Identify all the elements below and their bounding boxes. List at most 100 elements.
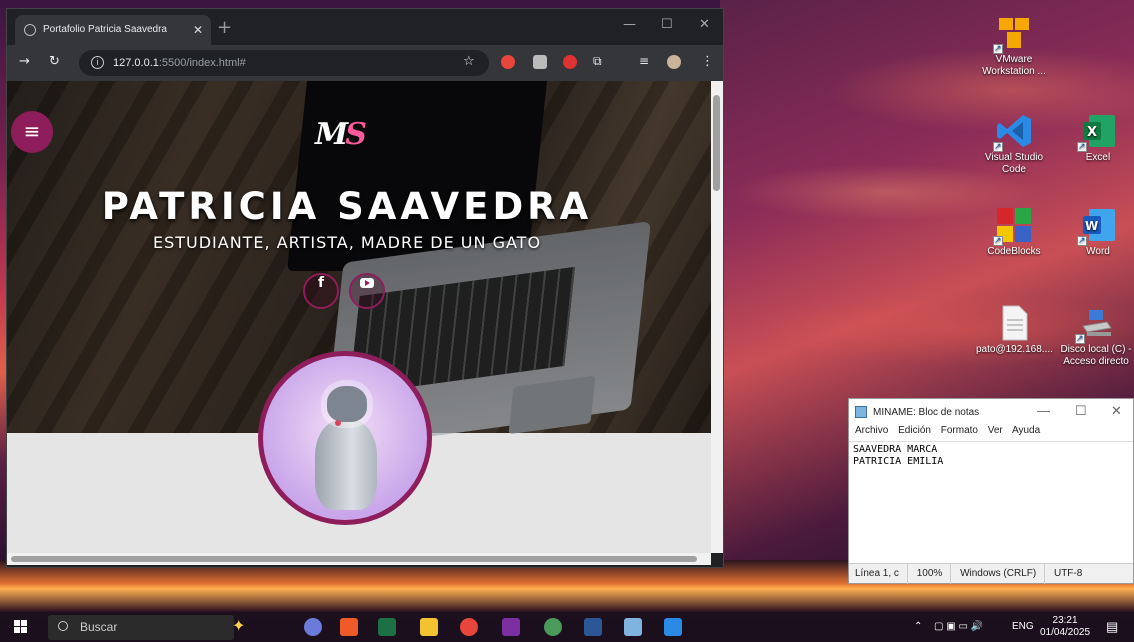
hero-title: PATRICIA SAAVEDRA — [101, 185, 593, 228]
facebook-icon: f — [317, 275, 325, 291]
desktop-icon-label: Word — [1086, 246, 1110, 257]
file-explorer-icon[interactable] — [420, 618, 438, 636]
cat-head — [327, 386, 367, 422]
menu-kebab-icon[interactable]: ⋮ — [701, 54, 714, 69]
menu-edicion[interactable]: Edición — [898, 425, 931, 436]
notepad-line: PATRICIA EMILIA — [853, 456, 944, 467]
vscode-taskbar-icon[interactable] — [664, 618, 682, 636]
tab-portfolio[interactable]: Portafolio Patricia Saavedra ✕ — [15, 15, 211, 45]
brave-browser-icon[interactable] — [340, 618, 358, 636]
status-eol: Windows (CRLF) — [960, 564, 1046, 584]
logo-letter-m: M — [315, 117, 348, 152]
media-controls-icon[interactable]: ≡ — [639, 54, 649, 68]
excel-taskbar-icon[interactable] — [378, 618, 396, 636]
hero-subtitle: ESTUDIANTE, ARTISTA, MADRE DE UN GATO — [152, 233, 542, 252]
forward-icon[interactable]: → — [19, 54, 30, 69]
status-position: Línea 1, c — [855, 564, 908, 584]
close-window-button[interactable]: ✕ — [699, 17, 710, 32]
tab-title: Portafolio Patricia Saavedra — [43, 24, 167, 35]
new-tab-button[interactable]: + — [217, 15, 232, 41]
notepad-taskbar-icon[interactable] — [624, 618, 642, 636]
notepad-icon — [855, 406, 867, 418]
notepad-minimize-button[interactable]: — — [1037, 403, 1050, 418]
disk-drive-icon — [1075, 304, 1115, 344]
desktop-icon-vscode[interactable]: Visual Studio Code — [976, 112, 1052, 176]
site-info-icon[interactable]: i — [91, 56, 104, 69]
desktop-icon-label: Disco local (C) - Acceso directo — [1060, 344, 1132, 367]
tray-system-icons[interactable]: ▢ ▣ ▭ 🔊 — [934, 612, 983, 642]
horizontal-scrollbar[interactable] — [7, 553, 711, 565]
url-path: :5500/index.html# — [158, 57, 246, 69]
extension-red-icon[interactable] — [501, 55, 515, 69]
notepad-title: MINAME: Bloc de notas — [873, 407, 980, 418]
copilot-sparkle-icon[interactable]: ✦ — [232, 612, 245, 642]
menu-ver[interactable]: Ver — [988, 425, 1003, 436]
clock-time: 23:21 — [1052, 615, 1078, 626]
cat-collar — [335, 420, 341, 426]
clock[interactable]: 23:21 01/04/2025 — [1040, 615, 1090, 639]
word-taskbar-icon[interactable] — [584, 618, 602, 636]
desktop-icon-disco-local[interactable]: Disco local (C) - Acceso directo — [1056, 304, 1134, 368]
svg-text:X: X — [1087, 125, 1097, 140]
notepad-statusbar: Línea 1, c 100% Windows (CRLF) UTF-8 — [849, 563, 1133, 584]
start-button[interactable] — [14, 620, 28, 634]
hamburger-icon: ≡ — [23, 119, 41, 143]
globe-icon — [24, 24, 36, 36]
desktop-icon-excel[interactable]: X Excel — [1060, 112, 1134, 164]
taskbar-search[interactable]: Buscar — [48, 615, 234, 640]
extension-gray-icon[interactable] — [533, 55, 547, 69]
minimize-button[interactable]: — — [623, 17, 636, 32]
vertical-scroll-thumb[interactable] — [713, 95, 720, 191]
profile-avatar[interactable] — [667, 55, 681, 69]
excel-icon: X — [1077, 112, 1117, 152]
notepad-titlebar[interactable]: MINAME: Bloc de notas — ☐ ✕ — [849, 399, 1133, 425]
youtube-button[interactable] — [349, 273, 385, 309]
notepad-maximize-button[interactable]: ☐ — [1075, 403, 1087, 419]
site-logo[interactable]: MS — [315, 117, 367, 152]
desktop-icon-label: CodeBlocks — [987, 246, 1041, 257]
desktop-icon-codeblocks[interactable]: CodeBlocks — [976, 206, 1052, 258]
page-viewport: MS ≡ PATRICIA SAAVEDRA ESTUDIANTE, ARTIS… — [7, 81, 711, 553]
search-placeholder: Buscar — [80, 620, 118, 634]
chrome-icon[interactable] — [460, 618, 478, 636]
tab-bar: Portafolio Patricia Saavedra ✕ + — ☐ ✕ — [7, 9, 723, 45]
desktop-icon-vmware[interactable]: VMware Workstation ... — [976, 14, 1052, 78]
menu-formato[interactable]: Formato — [941, 425, 978, 436]
profile-avatar-cat — [258, 351, 432, 525]
desktop-icon-label: pato@192.168.... — [976, 344, 1053, 355]
adblock-icon[interactable] — [563, 55, 577, 69]
codeblocks-icon — [993, 206, 1033, 246]
close-tab-icon[interactable]: ✕ — [193, 15, 203, 45]
notepad-menubar: Archivo Edición Formato Ver Ayuda — [849, 425, 1133, 441]
onenote-icon[interactable] — [502, 618, 520, 636]
chrome-profile-icon[interactable] — [544, 618, 562, 636]
address-bar[interactable]: i 127.0.0.1:5500/index.html# — [79, 50, 489, 76]
taskbar-app-r-icon[interactable] — [304, 618, 322, 636]
notepad-close-button[interactable]: ✕ — [1111, 403, 1122, 419]
language-indicator[interactable]: ENG — [1012, 612, 1034, 642]
word-icon: W — [1077, 206, 1117, 246]
desktop-icon-label: VMware Workstation ... — [982, 54, 1046, 77]
vscode-icon — [993, 112, 1033, 152]
hamburger-menu-button[interactable]: ≡ — [11, 111, 53, 153]
menu-ayuda[interactable]: Ayuda — [1012, 425, 1040, 436]
reload-icon[interactable]: ↻ — [49, 54, 60, 69]
status-encoding: UTF-8 — [1053, 568, 1083, 579]
desktop-icon-word[interactable]: W Word — [1060, 206, 1134, 258]
desktop-icon-pato-file[interactable]: pato@192.168.... — [976, 304, 1053, 356]
bookmark-star-icon[interactable]: ☆ — [463, 54, 475, 69]
vertical-scrollbar[interactable] — [711, 81, 723, 553]
logo-letter-s: S — [345, 117, 367, 152]
facebook-button[interactable]: f — [303, 273, 339, 309]
maximize-button[interactable]: ☐ — [661, 17, 673, 32]
horizontal-scroll-thumb[interactable] — [11, 556, 697, 562]
svg-text:W: W — [1085, 219, 1098, 233]
notifications-icon[interactable]: ▤ — [1106, 612, 1118, 642]
notepad-line: SAAVEDRA MARCA — [853, 444, 938, 455]
tray-overflow-icon[interactable]: ⌃ — [914, 612, 922, 642]
desktop-icon-label: Visual Studio Code — [984, 152, 1044, 175]
extensions-puzzle-icon[interactable]: ⧉ — [593, 54, 602, 69]
menu-archivo[interactable]: Archivo — [855, 425, 888, 436]
clock-date: 01/04/2025 — [1040, 627, 1091, 638]
notepad-text-area[interactable]: SAAVEDRA MARCA PATRICIA EMILIA — [849, 441, 1133, 549]
